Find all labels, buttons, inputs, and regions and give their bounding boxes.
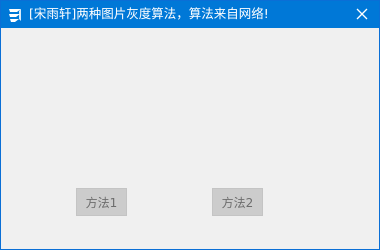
app-window: [宋雨轩]两种图片灰度算法，算法来自网络! 方法1 方法2 <box>0 0 380 250</box>
app-logo-icon <box>7 7 23 23</box>
method2-button[interactable]: 方法2 <box>212 188 263 216</box>
window-title: [宋雨轩]两种图片灰度算法，算法来自网络! <box>29 6 269 21</box>
method1-button[interactable]: 方法1 <box>76 188 127 216</box>
client-area: 方法1 方法2 <box>1 28 379 249</box>
title-bar[interactable]: [宋雨轩]两种图片灰度算法，算法来自网络! <box>1 1 379 28</box>
close-button[interactable] <box>345 1 379 28</box>
close-icon <box>356 5 368 24</box>
